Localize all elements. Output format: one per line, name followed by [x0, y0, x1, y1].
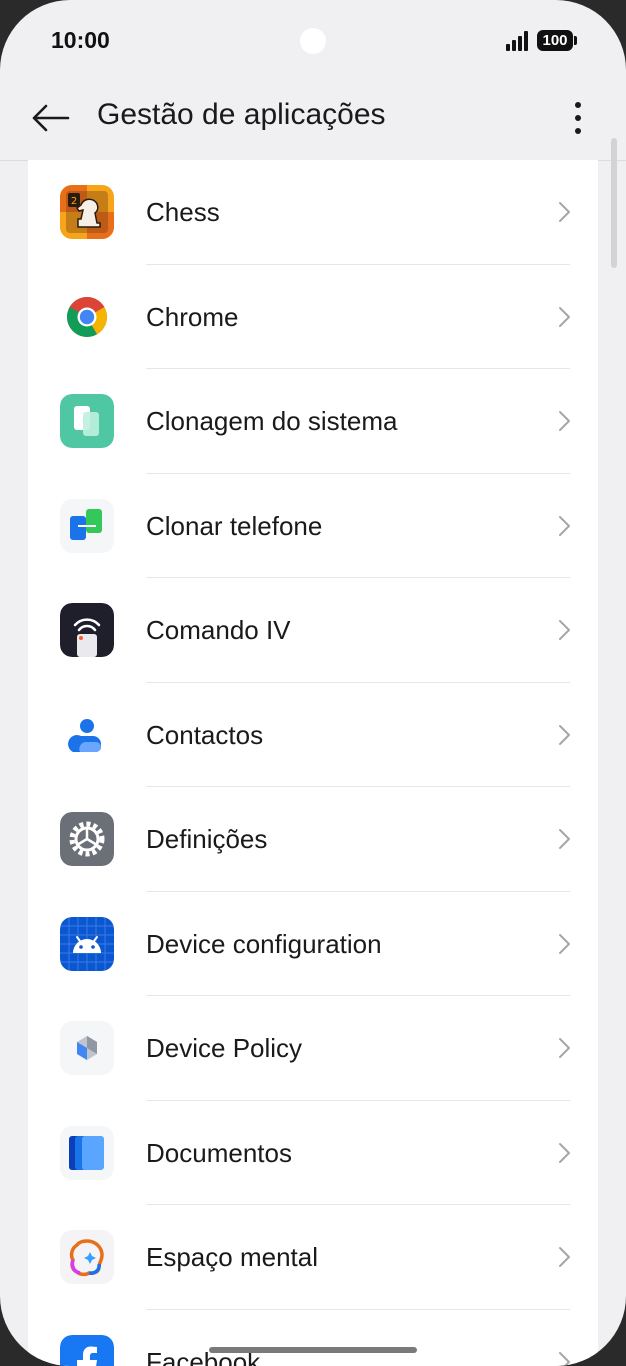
chevron-right-icon — [559, 1247, 570, 1267]
chevron-right-icon — [559, 1351, 570, 1366]
app-row-device-configuration[interactable]: Device configuration — [28, 892, 598, 996]
status-bar: 10:00 100 — [0, 0, 626, 80]
app-row-mental-space[interactable]: Espaço mental — [28, 1205, 598, 1310]
app-label: Definições — [146, 824, 268, 854]
chevron-right-icon — [559, 829, 570, 849]
chevron-right-icon — [559, 202, 570, 222]
mental-space-app-icon — [60, 1230, 114, 1284]
app-row-ir-remote[interactable]: Comando IV — [28, 578, 598, 683]
app-row-chess[interactable]: 2 Chess — [28, 160, 598, 265]
facebook-app-icon — [60, 1334, 114, 1366]
clone-phone-app-icon — [60, 498, 114, 553]
app-label: Documentos — [146, 1137, 292, 1168]
app-label: Chrome — [146, 301, 239, 332]
dot-icon — [575, 115, 581, 121]
chevron-right-icon — [559, 620, 570, 640]
app-bar: Gestão de aplicações — [0, 80, 626, 160]
app-label: Espaço mental — [146, 1242, 318, 1272]
app-row-contacts[interactable]: Contactos — [28, 683, 598, 787]
page-title: Gestão de aplicações — [97, 98, 386, 131]
app-label: Clonar telefone — [146, 510, 323, 541]
system-clone-app-icon — [60, 394, 114, 448]
home-indicator[interactable] — [209, 1347, 417, 1353]
app-row-facebook[interactable]: Facebook — [28, 1310, 598, 1366]
phone-screen: 10:00 100 Gestão de aplicações 2 Chess C… — [0, 0, 626, 1366]
status-time: 10:00 — [51, 27, 110, 53]
arrow-left-icon — [32, 104, 70, 132]
signal-icon — [506, 31, 530, 51]
app-label: Contactos — [146, 719, 264, 750]
app-list-card: 2 Chess Chrome Clonagem do sistema Clona… — [28, 160, 598, 1366]
svg-text:2: 2 — [71, 196, 77, 207]
app-label: Clonagem do sistema — [146, 406, 398, 436]
battery-tip — [574, 36, 577, 45]
chess-app-icon: 2 — [60, 185, 114, 239]
app-row-clone-phone[interactable]: Clonar telefone — [28, 474, 598, 578]
app-row-chrome[interactable]: Chrome — [28, 265, 598, 369]
back-button[interactable] — [26, 94, 74, 142]
app-label: Chess — [146, 197, 220, 227]
app-row-documents[interactable]: Documentos — [28, 1101, 598, 1205]
settings-app-icon — [60, 812, 114, 866]
dot-icon — [575, 102, 581, 108]
chevron-right-icon — [559, 933, 570, 954]
battery-icon: 100 — [537, 30, 573, 51]
app-label: Facebook — [146, 1346, 261, 1366]
app-label: Device Policy — [146, 1033, 303, 1063]
scrollbar[interactable] — [611, 138, 617, 268]
app-row-system-clone[interactable]: Clonagem do sistema — [28, 369, 598, 474]
chevron-right-icon — [559, 1142, 570, 1163]
chevron-right-icon — [559, 306, 570, 327]
chrome-app-icon — [60, 290, 114, 344]
contacts-app-icon — [60, 708, 114, 762]
chevron-right-icon — [559, 724, 570, 745]
chevron-right-icon — [559, 515, 570, 536]
more-options-button[interactable] — [556, 94, 600, 142]
app-row-device-policy[interactable]: Device Policy — [28, 996, 598, 1101]
app-label: Comando IV — [146, 615, 291, 645]
device-policy-app-icon — [60, 1021, 114, 1075]
ir-remote-app-icon — [60, 603, 114, 657]
chevron-right-icon — [559, 1038, 570, 1058]
app-label: Device configuration — [146, 928, 382, 959]
camera-cutout — [300, 28, 326, 54]
android-app-icon — [60, 916, 114, 971]
chevron-right-icon — [559, 411, 570, 431]
app-row-settings[interactable]: Definições — [28, 787, 598, 892]
app-list: 2 Chess Chrome Clonagem do sistema Clona… — [28, 160, 598, 1366]
documents-app-icon — [60, 1125, 114, 1180]
dot-icon — [575, 128, 581, 134]
